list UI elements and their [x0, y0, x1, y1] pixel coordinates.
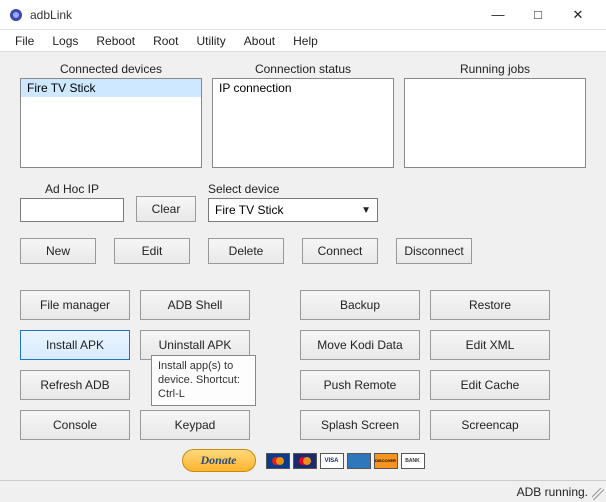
console-button[interactable]: Console	[20, 410, 130, 440]
new-button[interactable]: New	[20, 238, 96, 264]
resize-grip[interactable]	[592, 488, 604, 500]
app-icon	[8, 7, 24, 23]
edit-cache-button[interactable]: Edit Cache	[430, 370, 550, 400]
spacer	[260, 330, 290, 360]
adhoc-ip-label: Ad Hoc IP	[20, 182, 124, 196]
chevron-down-icon: ▼	[361, 205, 371, 216]
minimize-button[interactable]: —	[478, 1, 518, 29]
menu-utility[interactable]: Utility	[187, 32, 234, 50]
spacer	[260, 290, 290, 320]
list-item: IP connection	[213, 79, 393, 97]
bank-card-icon: BANK	[401, 453, 425, 469]
refresh-adb-button[interactable]: Refresh ADB	[20, 370, 130, 400]
list-item[interactable]: Fire TV Stick	[21, 79, 201, 97]
edit-button[interactable]: Edit	[114, 238, 190, 264]
delete-button[interactable]: Delete	[208, 238, 284, 264]
keypad-button[interactable]: Keypad	[140, 410, 250, 440]
title-bar: adbLink — □ ✕	[0, 0, 606, 30]
install-apk-tooltip: Install app(s) to device. Shortcut: Ctrl…	[151, 355, 256, 406]
maximize-button[interactable]: □	[518, 1, 558, 29]
screencap-button[interactable]: Screencap	[430, 410, 550, 440]
running-jobs-label: Running jobs	[460, 62, 530, 76]
menu-reboot[interactable]: Reboot	[87, 32, 144, 50]
splash-screen-button[interactable]: Splash Screen	[300, 410, 420, 440]
select-device-label: Select device	[208, 182, 378, 196]
discover-card-icon: DISCOVER	[374, 453, 398, 469]
edit-xml-button[interactable]: Edit XML	[430, 330, 550, 360]
install-apk-button[interactable]: Install APK	[20, 330, 130, 360]
running-jobs-list[interactable]	[404, 78, 586, 168]
menu-logs[interactable]: Logs	[43, 32, 87, 50]
connect-button[interactable]: Connect	[302, 238, 378, 264]
menu-bar: File Logs Reboot Root Utility About Help	[0, 30, 606, 52]
connected-devices-label: Connected devices	[60, 62, 162, 76]
menu-file[interactable]: File	[6, 32, 43, 50]
connected-devices-list[interactable]: Fire TV Stick	[20, 78, 202, 168]
menu-about[interactable]: About	[235, 32, 284, 50]
move-kodi-data-button[interactable]: Move Kodi Data	[300, 330, 420, 360]
menu-root[interactable]: Root	[144, 32, 187, 50]
backup-button[interactable]: Backup	[300, 290, 420, 320]
mastercard-icon	[293, 453, 317, 469]
menu-help[interactable]: Help	[284, 32, 327, 50]
spacer	[260, 370, 290, 400]
donate-button[interactable]: Donate	[182, 449, 256, 472]
disconnect-button[interactable]: Disconnect	[396, 238, 472, 264]
select-device-dropdown[interactable]: Fire TV Stick ▼	[208, 198, 378, 222]
payment-cards: VISA DISCOVER BANK	[266, 453, 425, 469]
connection-status-list[interactable]: IP connection	[212, 78, 394, 168]
select-device-value: Fire TV Stick	[215, 203, 283, 217]
adb-shell-button[interactable]: ADB Shell	[140, 290, 250, 320]
maestro-card-icon	[266, 453, 290, 469]
clear-button[interactable]: Clear	[136, 196, 196, 222]
status-bar: ADB running.	[0, 480, 606, 502]
status-text: ADB running.	[517, 485, 588, 499]
visa-card-icon: VISA	[320, 453, 344, 469]
restore-button[interactable]: Restore	[430, 290, 550, 320]
spacer	[260, 410, 290, 440]
push-remote-button[interactable]: Push Remote	[300, 370, 420, 400]
connection-status-label: Connection status	[255, 62, 351, 76]
donate-row: Donate VISA DISCOVER BANK	[0, 449, 606, 472]
file-manager-button[interactable]: File manager	[20, 290, 130, 320]
window-title: adbLink	[30, 8, 478, 22]
close-button[interactable]: ✕	[558, 1, 598, 29]
adhoc-ip-input[interactable]	[20, 198, 124, 222]
amex-card-icon	[347, 453, 371, 469]
